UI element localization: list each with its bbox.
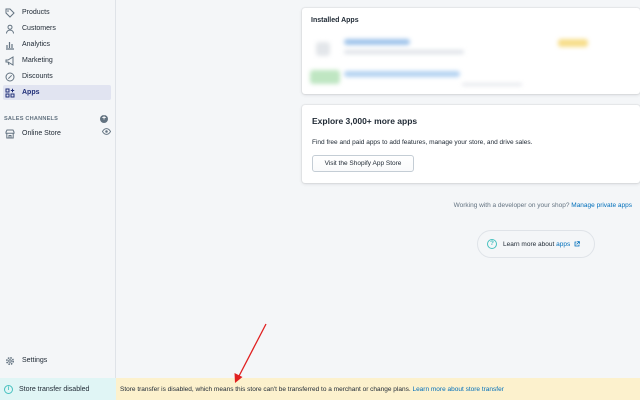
learn-more-apps-link[interactable]: apps	[556, 241, 570, 248]
explore-apps-description: Find free and paid apps to add features,…	[312, 139, 533, 146]
sidebar-item-customers[interactable]: Customers	[3, 21, 111, 36]
discount-icon	[5, 72, 15, 82]
sidebar-item-label: Products	[22, 9, 50, 16]
tag-icon	[5, 8, 15, 18]
gear-icon	[5, 356, 15, 366]
explore-apps-title: Explore 3,000+ more apps	[312, 116, 418, 126]
developer-prompt-text: Working with a developer on your shop?	[453, 202, 570, 209]
sidebar: Products Customers Analytics Marketing D…	[0, 0, 116, 400]
sidebar-item-label: Customers	[22, 25, 56, 32]
store-transfer-banner: Store transfer is disabled, which means …	[116, 378, 640, 400]
explore-apps-card: Explore 3,000+ more apps Find free and p…	[302, 105, 640, 183]
installed-apps-card: Installed Apps	[302, 8, 640, 94]
sidebar-item-apps[interactable]: Apps	[3, 85, 111, 100]
sales-channels-header: SALES CHANNELS +	[4, 114, 108, 124]
annotation-arrow	[234, 323, 267, 383]
info-icon: i	[4, 384, 13, 394]
blurred-app-name[interactable]	[344, 71, 460, 77]
sales-channels-title: SALES CHANNELS	[4, 116, 59, 122]
sidebar-item-label: Marketing	[22, 57, 53, 64]
visit-app-store-button[interactable]: Visit the Shopify App Store	[312, 155, 414, 172]
learn-more-prefix: Learn more about	[503, 240, 555, 248]
external-link-icon	[574, 240, 580, 246]
sidebar-item-label: Settings	[22, 357, 48, 364]
bar-chart-icon	[5, 40, 15, 50]
sidebar-item-label: Analytics	[22, 41, 51, 48]
apps-icon	[5, 88, 15, 98]
learn-more-apps: ? Learn more about apps	[477, 230, 595, 258]
question-icon: ?	[487, 239, 497, 249]
blurred-app-icon	[310, 70, 340, 84]
megaphone-icon	[5, 55, 15, 66]
blurred-app-subtext	[344, 50, 464, 54]
sidebar-item-discounts[interactable]: Discounts	[3, 69, 111, 84]
add-sales-channel-icon[interactable]: +	[100, 115, 108, 123]
blurred-app-icon	[316, 42, 330, 56]
banner-text: Store transfer is disabled, which means …	[120, 385, 411, 393]
sidebar-item-analytics[interactable]: Analytics	[3, 37, 111, 52]
person-icon	[5, 24, 15, 34]
blurred-app-name[interactable]	[344, 39, 410, 45]
sidebar-item-label: Discounts	[22, 73, 53, 80]
eye-icon[interactable]	[101, 127, 112, 136]
store-transfer-status[interactable]: i Store transfer disabled	[0, 378, 116, 400]
manage-private-apps-link[interactable]: Manage private apps	[571, 202, 632, 209]
sidebar-item-label: Online Store	[22, 130, 61, 137]
sidebar-item-label: Apps	[22, 89, 40, 96]
store-icon	[5, 129, 15, 139]
installed-apps-title: Installed Apps	[311, 17, 359, 24]
developer-prompt: Working with a developer on your shop? M…	[454, 202, 632, 209]
sidebar-item-products[interactable]: Products	[3, 5, 111, 20]
learn-more-text: Learn more about apps	[503, 241, 580, 248]
blurred-app-subtext	[462, 83, 522, 86]
blurred-app-badge	[558, 39, 588, 47]
sidebar-item-marketing[interactable]: Marketing	[3, 53, 111, 68]
sidebar-item-online-store[interactable]: Online Store	[3, 126, 112, 141]
store-transfer-status-label: Store transfer disabled	[19, 385, 90, 393]
sidebar-item-settings[interactable]: Settings	[3, 353, 111, 368]
learn-store-transfer-link[interactable]: Learn more about store transfer	[412, 386, 503, 393]
